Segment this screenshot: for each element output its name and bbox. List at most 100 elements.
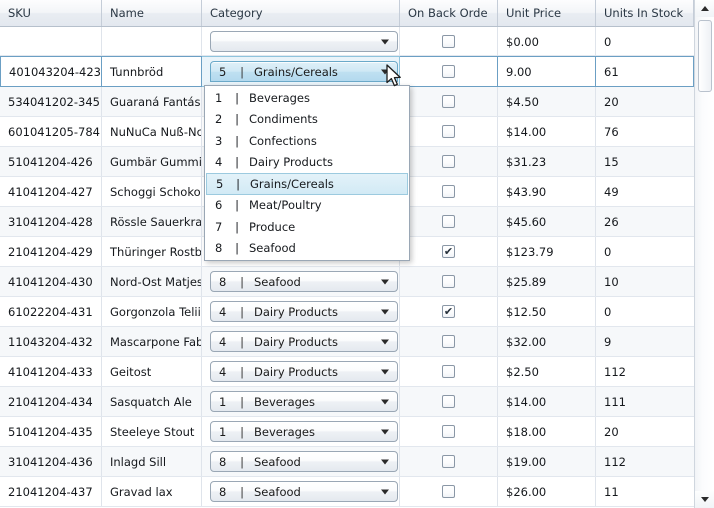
row-14-on-back-order-checkbox[interactable]: ✔ xyxy=(442,485,455,498)
scroll-down-button[interactable] xyxy=(695,491,714,508)
row-12-category-cell[interactable]: 1 | Beverages xyxy=(202,417,400,446)
row-2-on-back-order-checkbox[interactable]: ✔ xyxy=(442,125,455,138)
row-6-on-back-order-checkbox[interactable]: ✔ xyxy=(442,245,455,258)
row-10-category-combo[interactable]: 4 | Dairy Products xyxy=(210,361,398,382)
row-14-category-combo[interactable]: 8 | Seafood xyxy=(210,481,398,502)
row-4-on-back-order-checkbox[interactable]: ✔ xyxy=(442,185,455,198)
row-5-on-back-order-checkbox[interactable]: ✔ xyxy=(442,215,455,228)
row-14-category-combo-separator: | xyxy=(240,484,244,499)
row-13-sku-text: 31041204-436 xyxy=(8,454,93,469)
new-row-on-back-order-checkbox[interactable]: ✔ xyxy=(442,35,455,48)
row-10-on-back-order-checkbox[interactable]: ✔ xyxy=(442,365,455,378)
row-3-units-in-stock: 15 xyxy=(596,147,694,176)
column-header-unit-price[interactable]: Unit Price xyxy=(498,0,596,26)
row-13-unit-price-text: $19.00 xyxy=(506,454,547,469)
table-row[interactable]: 61022204-431 Gorgonzola Telii 4 | Dairy Prod… xyxy=(0,297,694,327)
column-header-category[interactable]: Category xyxy=(202,0,400,26)
dropdown-option-1-label: Condiments xyxy=(249,112,318,127)
row-9-on-back-order-checkbox[interactable]: ✔ xyxy=(442,335,455,348)
row-13-category-combo[interactable]: 8 | Seafood xyxy=(210,451,398,472)
new-row-sku-cell[interactable] xyxy=(0,27,102,56)
row-11-category-combo[interactable]: 1 | Beverages xyxy=(210,391,398,412)
column-header-on-back-order-label: On Back Orde xyxy=(408,6,488,20)
row-1-on-back-order-checkbox-cell: ✔ xyxy=(400,87,498,116)
new-row-name-cell[interactable] xyxy=(102,27,202,56)
row-0-category-combo[interactable]: 5 | Grains/Cereals xyxy=(210,61,398,82)
scrollbar-thumb[interactable] xyxy=(698,20,712,92)
row-7-category-combo[interactable]: 8 | Seafood xyxy=(210,271,398,292)
row-0-category-cell[interactable]: 5 | Grains/Cereals xyxy=(202,56,400,87)
dropdown-option-grains-cereals[interactable]: 5 | Grains/Cereals xyxy=(206,173,408,195)
row-3-on-back-order-checkbox[interactable]: ✔ xyxy=(442,155,455,168)
row-7-category-cell[interactable]: 8 | Seafood xyxy=(202,267,400,296)
check-icon: ✔ xyxy=(443,244,454,258)
dropdown-option-seafood[interactable]: 8 | Seafood xyxy=(206,238,408,260)
row-8-on-back-order-checkbox[interactable]: ✔ xyxy=(442,305,455,318)
row-9-name-text: Mascarpone Fab xyxy=(110,334,202,349)
dropdown-option-2-index: 3 xyxy=(215,133,223,148)
dropdown-option-5-label: Meat/Poultry xyxy=(249,198,322,213)
row-9-category-cell[interactable]: 4 | Dairy Products xyxy=(202,327,400,356)
dropdown-option-dairy-products[interactable]: 4 | Dairy Products xyxy=(206,152,408,174)
table-row[interactable]: 51041204-435 Steeleye Stout 1 | Beverages ✔ $1… xyxy=(0,417,694,447)
row-1-on-back-order-checkbox[interactable]: ✔ xyxy=(442,95,455,108)
table-row[interactable]: 41041204-433 Geitost 4 | Dairy Products ✔ $2.5… xyxy=(0,357,694,387)
row-14-category-cell[interactable]: 8 | Seafood xyxy=(202,477,400,506)
table-row[interactable]: 21041204-437 Gravad lax 8 | Seafood ✔ $26.00 11 xyxy=(0,477,694,507)
table-row[interactable]: 21041204-434 Sasquatch Ale 1 | Beverages ✔ $14… xyxy=(0,387,694,417)
row-10-category-cell[interactable]: 4 | Dairy Products xyxy=(202,357,400,386)
row-12-category-combo-index: 1 xyxy=(219,424,227,439)
dropdown-option-7-index: 8 xyxy=(215,241,223,256)
dropdown-option-beverages[interactable]: 1 | Beverages xyxy=(206,87,408,109)
row-13-on-back-order-checkbox-cell: ✔ xyxy=(400,447,498,476)
dropdown-option-1-separator: | xyxy=(235,112,239,127)
row-9-category-combo[interactable]: 4 | Dairy Products xyxy=(210,331,398,352)
row-1-unit-price-text: $4.50 xyxy=(506,94,539,109)
row-14-units-in-stock-text: 11 xyxy=(604,484,619,499)
chevron-down-icon xyxy=(381,339,389,344)
row-2-name: NuNuCa Nuß-Nc xyxy=(102,117,202,146)
column-header-name[interactable]: Name xyxy=(102,0,202,26)
vertical-scrollbar[interactable] xyxy=(694,0,714,508)
chevron-down-icon xyxy=(381,69,389,74)
row-4-units-in-stock: 49 xyxy=(596,177,694,206)
row-11-on-back-order-checkbox[interactable]: ✔ xyxy=(442,395,455,408)
table-row[interactable]: 11043204-432 Mascarpone Fab 4 | Dairy Produc… xyxy=(0,327,694,357)
row-12-category-combo[interactable]: 1 | Beverages xyxy=(210,421,398,442)
row-9-name: Mascarpone Fab xyxy=(102,327,202,356)
new-row-category-cell[interactable]: | xyxy=(202,27,400,56)
dropdown-option-7-label: Seafood xyxy=(249,241,296,256)
row-13-category-combo-label: Seafood xyxy=(254,454,301,469)
row-13-on-back-order-checkbox[interactable]: ✔ xyxy=(442,455,455,468)
table-row[interactable]: 41041204-430 Nord-Ost Matjes 8 | Seafood ✔ $25… xyxy=(0,267,694,297)
scroll-up-button[interactable] xyxy=(695,0,714,17)
dropdown-option-produce[interactable]: 7 | Produce xyxy=(206,216,408,238)
row-7-units-in-stock-text: 10 xyxy=(604,274,619,289)
row-8-category-cell[interactable]: 4 | Dairy Products xyxy=(202,297,400,326)
row-11-category-cell[interactable]: 1 | Beverages xyxy=(202,387,400,416)
row-7-on-back-order-checkbox-cell: ✔ xyxy=(400,267,498,296)
new-row-category-combo[interactable]: | xyxy=(210,31,398,52)
row-0-on-back-order-checkbox[interactable]: ✔ xyxy=(442,65,455,78)
row-14-units-in-stock: 11 xyxy=(596,477,694,506)
row-13-category-cell[interactable]: 8 | Seafood xyxy=(202,447,400,476)
row-2-sku-text: 601041205-784 xyxy=(8,124,100,139)
category-dropdown-list[interactable]: 1 | Beverages 2 | Condiments 3 | Confections 4 | Da… xyxy=(204,85,410,261)
table-row[interactable]: 31041204-436 Inlagd Sill 8 | Seafood ✔ $19.00 1… xyxy=(0,447,694,477)
table-row[interactable]: 401043204-423 Tunnbröd 5 | Grains/Cereals ✔ 9.… xyxy=(0,56,694,87)
column-header-on-back-order[interactable]: On Back Orde xyxy=(400,0,498,26)
row-9-category-combo-label: Dairy Products xyxy=(254,334,338,349)
row-8-category-combo[interactable]: 4 | Dairy Products xyxy=(210,301,398,322)
row-7-on-back-order-checkbox[interactable]: ✔ xyxy=(442,275,455,288)
column-header-units-in-stock[interactable]: Units In Stock xyxy=(596,0,694,26)
dropdown-option-confections[interactable]: 3 | Confections xyxy=(206,130,408,152)
row-12-on-back-order-checkbox[interactable]: ✔ xyxy=(442,425,455,438)
dropdown-option-meat-poultry[interactable]: 6 | Meat/Poultry xyxy=(206,195,408,217)
dropdown-option-0-separator: | xyxy=(235,90,239,105)
row-1-name: Guaraná Fantás xyxy=(102,87,202,116)
row-4-unit-price: $43.90 xyxy=(498,177,596,206)
column-header-sku[interactable]: SKU xyxy=(0,0,102,26)
row-8-unit-price: $12.50 xyxy=(498,297,596,326)
dropdown-option-5-index: 6 xyxy=(215,198,223,213)
dropdown-option-condiments[interactable]: 2 | Condiments xyxy=(206,109,408,131)
